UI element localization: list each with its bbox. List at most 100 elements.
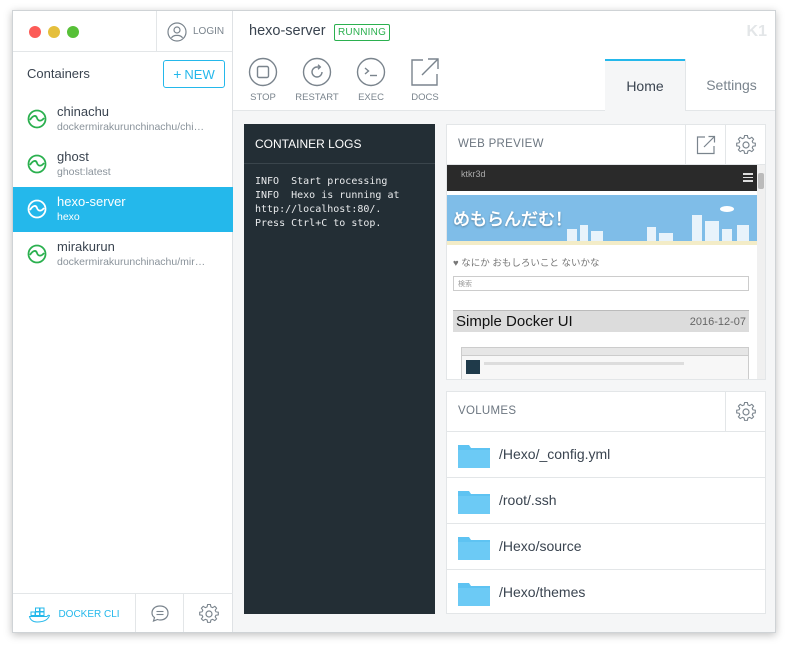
blog-search-input[interactable]: 検索 bbox=[453, 276, 749, 291]
volume-path: /Hexo/themes bbox=[499, 584, 586, 600]
gear-icon bbox=[735, 402, 756, 421]
user-icon bbox=[167, 21, 187, 42]
container-image: dockermirakurunchinachu/mirakurun bbox=[57, 256, 207, 268]
container-name: mirakurun bbox=[57, 239, 115, 254]
stop-label: STOP bbox=[250, 92, 276, 103]
exec-button[interactable]: EXEC bbox=[346, 57, 396, 103]
container-header: hexo-server RUNNING K1 STOP RESTART EXEC… bbox=[233, 11, 775, 111]
post-screenshot-image bbox=[461, 347, 749, 379]
web-preview-frame[interactable]: ktkr3d めもらんだむ！ ♥ なにか おもしろいこと ないかな 検索 Sim… bbox=[447, 165, 765, 379]
containers-header: Containers + NEW bbox=[13, 60, 233, 90]
volumes-settings-button[interactable] bbox=[725, 392, 765, 432]
gear-icon bbox=[198, 604, 219, 623]
volume-path: /Hexo/source bbox=[499, 538, 582, 554]
container-name: ghost bbox=[57, 149, 89, 164]
maximize-window-button[interactable] bbox=[67, 26, 79, 38]
tab-settings[interactable]: Settings bbox=[685, 59, 775, 111]
volumes-header: VOLUMES bbox=[447, 392, 765, 432]
volume-item[interactable]: /Hexo/source bbox=[447, 524, 765, 570]
running-status-icon bbox=[27, 109, 47, 129]
container-item-chinachu[interactable]: chinachu dockermirakurunchinachu/chinach… bbox=[13, 97, 233, 142]
volume-path: /root/.ssh bbox=[499, 492, 557, 508]
post-header[interactable]: Simple Docker UI 2016-12-07 bbox=[453, 310, 749, 332]
feedback-button[interactable] bbox=[136, 594, 184, 632]
volume-item[interactable]: /Hexo/themes bbox=[447, 570, 765, 616]
web-preview-header: WEB PREVIEW bbox=[447, 125, 765, 165]
running-status-icon bbox=[27, 154, 47, 174]
app-logo: K1 bbox=[746, 23, 767, 40]
container-name: hexo-server bbox=[57, 194, 126, 209]
sidebar: LOGIN Containers + NEW chinachu dockermi… bbox=[13, 11, 233, 632]
external-link-icon bbox=[696, 135, 715, 155]
docs-button[interactable]: DOCS bbox=[400, 57, 450, 103]
volumes-panel: VOLUMES /Hexo/_config.yml /root/.ssh /He… bbox=[446, 391, 766, 614]
minimize-window-button[interactable] bbox=[48, 26, 60, 38]
exec-label: EXEC bbox=[358, 92, 384, 103]
close-window-button[interactable] bbox=[29, 26, 41, 38]
preview-scrollbar[interactable] bbox=[757, 165, 765, 379]
docker-icon bbox=[29, 607, 51, 623]
stop-button[interactable]: STOP bbox=[238, 57, 288, 103]
blog-subtitle: ♥ なにか おもしろいこと ないかな bbox=[453, 258, 600, 269]
sidebar-topbar: LOGIN bbox=[13, 11, 232, 52]
app-window: LOGIN Containers + NEW chinachu dockermi… bbox=[12, 10, 776, 633]
container-list: chinachu dockermirakurunchinachu/chinach… bbox=[13, 97, 233, 277]
web-preview-panel: WEB PREVIEW ktkr3d めもらんだむ！ ♥ なにか おもしろいこと… bbox=[446, 124, 766, 380]
site-header: ktkr3d bbox=[447, 165, 765, 191]
docker-cli-label: DOCKER CLI bbox=[58, 608, 120, 620]
running-status-icon bbox=[27, 199, 47, 219]
container-logs-panel: CONTAINER LOGS INFO Start processing INF… bbox=[244, 124, 435, 614]
sidebar-footer: DOCKER CLI bbox=[13, 593, 233, 632]
site-banner: めもらんだむ！ bbox=[447, 195, 757, 245]
containers-title: Containers bbox=[27, 66, 90, 81]
logs-title: CONTAINER LOGS bbox=[244, 124, 435, 164]
external-link-icon bbox=[411, 58, 439, 86]
running-status-icon bbox=[27, 244, 47, 264]
new-button-label: NEW bbox=[184, 66, 215, 82]
chat-icon bbox=[150, 605, 169, 622]
container-name: chinachu bbox=[57, 104, 110, 119]
new-container-button[interactable]: + NEW bbox=[163, 60, 225, 88]
open-in-browser-button[interactable] bbox=[685, 125, 725, 165]
gear-icon bbox=[735, 135, 756, 154]
docker-cli-button[interactable]: DOCKER CLI bbox=[13, 594, 136, 632]
stop-icon bbox=[248, 57, 278, 87]
folder-icon bbox=[458, 445, 490, 468]
container-image: ghost:latest bbox=[57, 166, 111, 178]
blog-title: めもらんだむ！ bbox=[453, 210, 572, 229]
folder-icon bbox=[458, 583, 490, 606]
container-item-ghost[interactable]: ghost ghost:latest bbox=[13, 142, 233, 187]
restart-label: RESTART bbox=[295, 92, 339, 103]
container-image: dockermirakurunchinachu/chinachu bbox=[57, 121, 207, 133]
hamburger-menu-icon[interactable] bbox=[743, 173, 753, 184]
post-title: Simple Docker UI bbox=[456, 313, 573, 330]
volume-item[interactable]: /Hexo/_config.yml bbox=[447, 432, 765, 478]
volume-item[interactable]: /root/.ssh bbox=[447, 478, 765, 524]
volume-path: /Hexo/_config.yml bbox=[499, 446, 611, 462]
folder-icon bbox=[458, 491, 490, 514]
container-image: hexo bbox=[57, 211, 80, 223]
window-controls bbox=[29, 26, 79, 38]
terminal-icon bbox=[356, 57, 386, 87]
docs-label: DOCS bbox=[411, 92, 439, 103]
login-label: LOGIN bbox=[193, 26, 225, 37]
site-name: ktkr3d bbox=[461, 169, 486, 179]
restart-button[interactable]: RESTART bbox=[292, 57, 342, 103]
web-preview-settings-button[interactable] bbox=[725, 125, 765, 165]
plus-icon: + bbox=[173, 66, 182, 82]
restart-icon bbox=[302, 57, 332, 87]
status-badge: RUNNING bbox=[334, 24, 391, 41]
container-title: hexo-server bbox=[249, 23, 326, 39]
container-item-hexo-server[interactable]: hexo-server hexo bbox=[13, 187, 233, 232]
tab-home[interactable]: Home bbox=[605, 59, 685, 111]
preferences-button[interactable] bbox=[184, 594, 233, 632]
folder-icon bbox=[458, 537, 490, 560]
volumes-title: VOLUMES bbox=[458, 405, 517, 417]
tab-bar: Home Settings bbox=[605, 59, 775, 111]
web-preview-title: WEB PREVIEW bbox=[458, 138, 544, 150]
logs-output: INFO Start processing INFO Hexo is runni… bbox=[255, 176, 400, 229]
container-item-mirakurun[interactable]: mirakurun dockermirakurunchinachu/miraku… bbox=[13, 232, 233, 277]
login-button[interactable]: LOGIN bbox=[156, 11, 233, 52]
main-area: hexo-server RUNNING K1 STOP RESTART EXEC… bbox=[233, 11, 775, 632]
post-date: 2016-12-07 bbox=[689, 316, 746, 328]
